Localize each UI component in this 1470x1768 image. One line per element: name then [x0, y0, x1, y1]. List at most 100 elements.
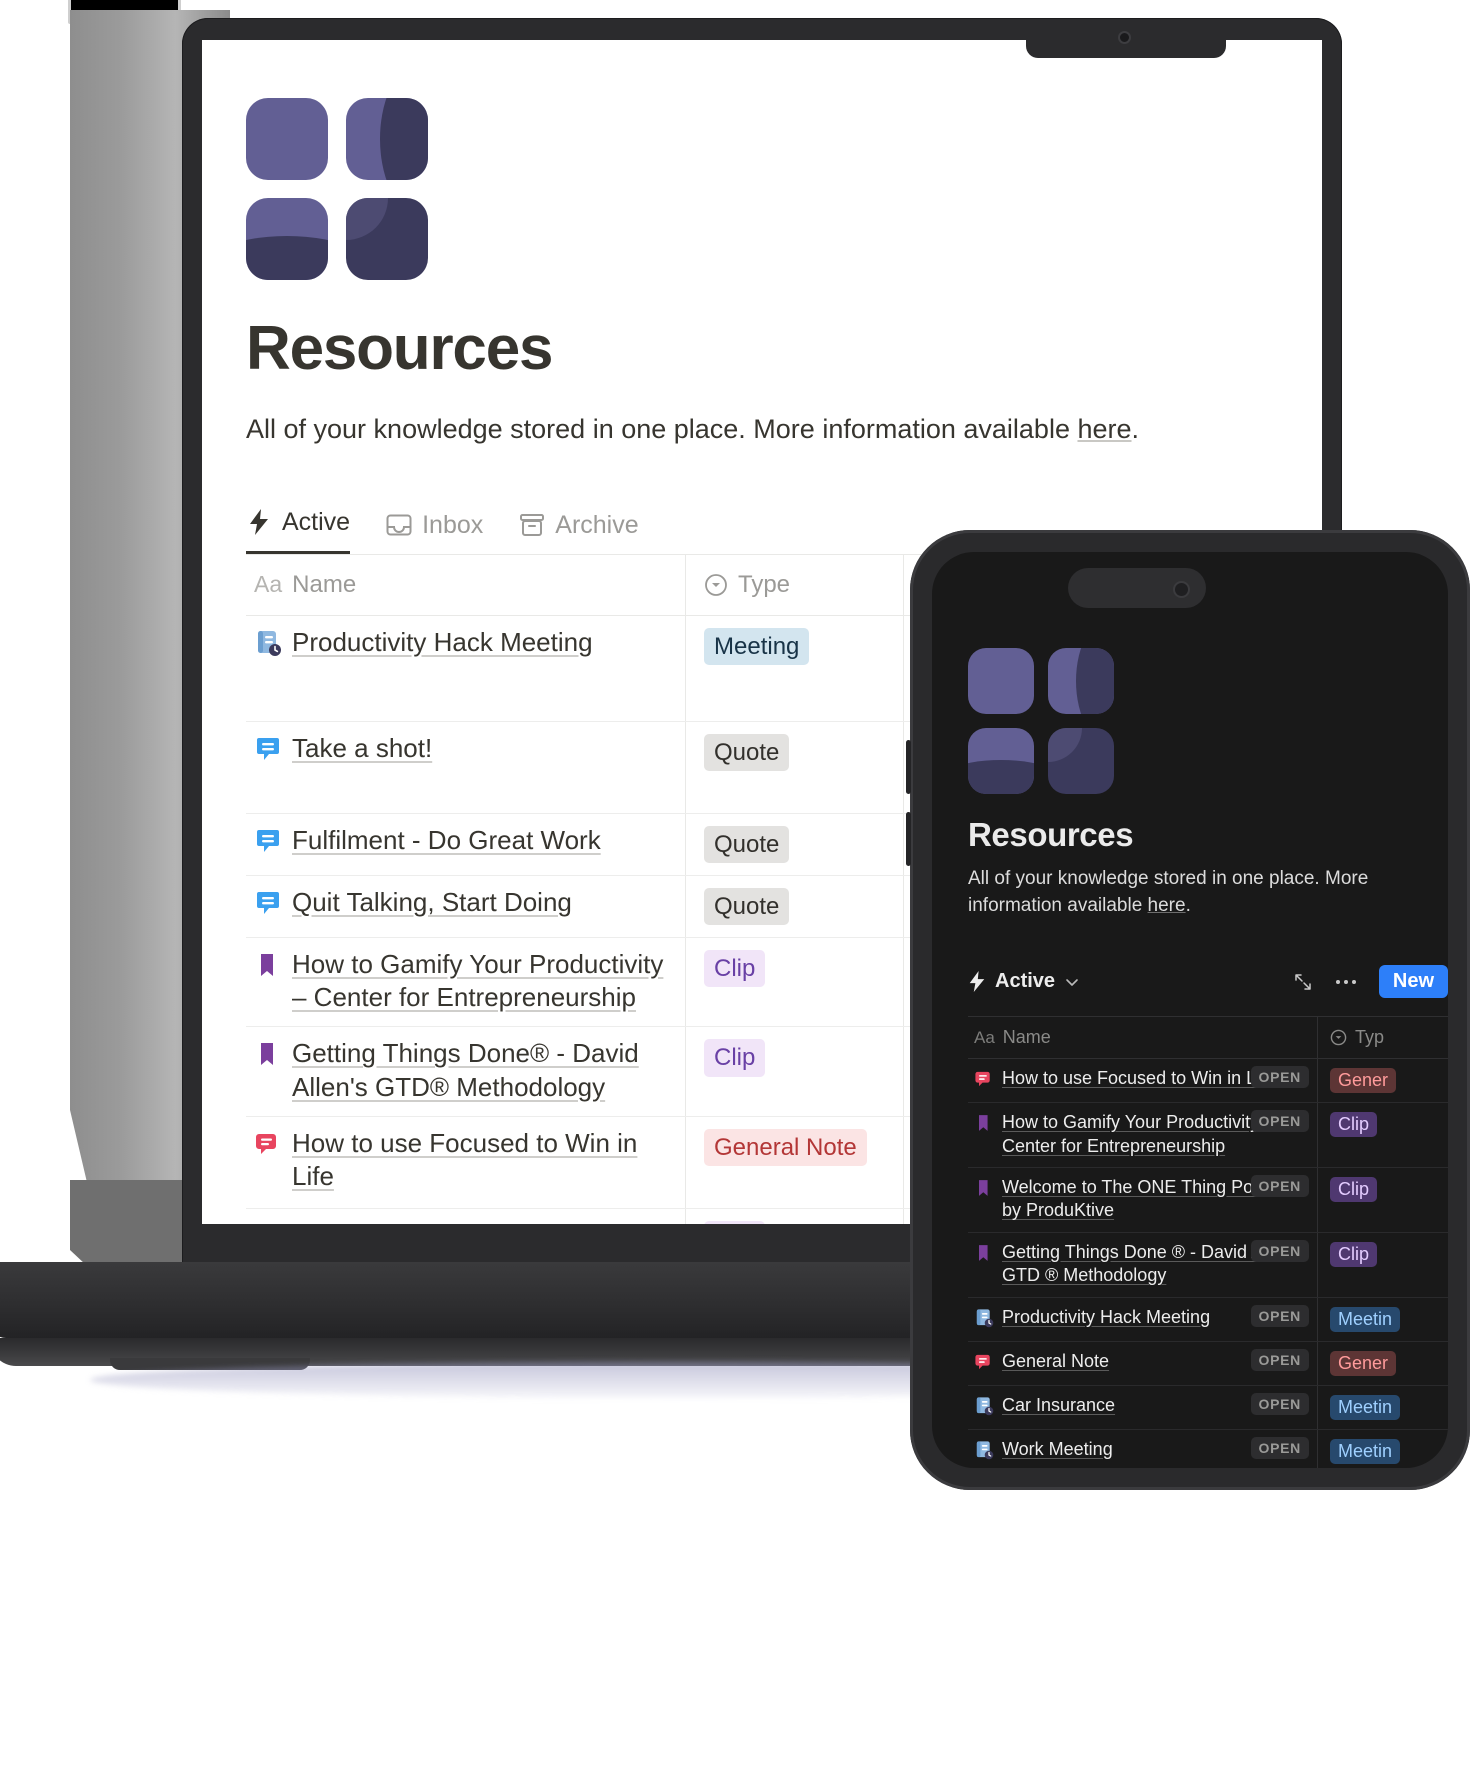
open-button[interactable]: OPEN: [1250, 1304, 1309, 1327]
phone-toolbar-actions: New: [1293, 965, 1448, 999]
phone-column-header-type-label: Typ: [1355, 1027, 1385, 1048]
status-badge: Clip: [704, 949, 766, 988]
row-type-cell[interactable]: Clip: [686, 1208, 904, 1224]
phone-device: Resources All of your knowledge stored i…: [906, 530, 1470, 1490]
phone-row-type-cell[interactable]: Meetin: [1318, 1386, 1448, 1429]
phone-dynamic-island: [1068, 568, 1206, 608]
phone-table-row[interactable]: Car Insurance OPEN Meetin: [968, 1385, 1448, 1430]
open-button[interactable]: OPEN: [1250, 1348, 1309, 1371]
text-aa-icon: Aa: [974, 1027, 995, 1047]
bookmark-icon: [974, 1178, 994, 1198]
meeting-note-icon: [974, 1440, 994, 1460]
open-button[interactable]: OPEN: [1250, 1110, 1309, 1133]
phone-view-label: Active: [995, 970, 1056, 993]
open-button[interactable]: OPEN: [1250, 1066, 1309, 1089]
select-circle-icon: [704, 573, 728, 597]
new-button[interactable]: New: [1378, 965, 1448, 999]
meeting-note-icon: [974, 1396, 994, 1416]
bookmark-icon: [974, 1113, 994, 1133]
phone-row-type-cell[interactable]: Gener: [1318, 1059, 1448, 1102]
phone-row-name-cell[interactable]: Welcome to The ONE Thing Powered by Prod…: [968, 1167, 1318, 1232]
phone-table-row[interactable]: Getting Things Done ® - David Allen's GT…: [968, 1232, 1448, 1298]
open-button[interactable]: OPEN: [1250, 1436, 1309, 1459]
tab-active[interactable]: Active: [246, 507, 351, 554]
phone-table-row[interactable]: How to use Focused to Win in Life OPEN G…: [968, 1059, 1448, 1104]
phone-row-name-cell[interactable]: How to use Focused to Win in Life OPEN: [968, 1059, 1318, 1103]
general-note-icon: [254, 1130, 282, 1158]
row-name-cell[interactable]: Getting Things Done® - David Allen's GTD…: [246, 1027, 686, 1116]
phone-row-name-cell[interactable]: Getting Things Done ® - David Allen's GT…: [968, 1232, 1318, 1297]
phone-row-name-cell[interactable]: Productivity Hack Meeting OPEN: [968, 1297, 1318, 1341]
tab-archive[interactable]: Archive: [519, 511, 639, 554]
open-button[interactable]: OPEN: [1250, 1392, 1309, 1415]
row-type-cell[interactable]: General Note: [686, 1116, 904, 1208]
ellipsis-icon[interactable]: [1335, 978, 1357, 986]
phone-table-row[interactable]: Work Meeting OPEN Meetin: [968, 1429, 1448, 1468]
row-name-cell[interactable]: Productivity Hack Meeting: [246, 615, 686, 721]
phone-table-row[interactable]: Welcome to The ONE Thing Powered by Prod…: [968, 1167, 1448, 1233]
phone-toolbar: Active New: [968, 965, 1448, 999]
open-button[interactable]: OPEN: [1250, 1239, 1309, 1262]
row-name-label: Productivity Hack Meeting: [292, 626, 593, 657]
phone-row-type-cell[interactable]: Meetin: [1318, 1298, 1448, 1341]
tab-active-label: Active: [282, 507, 351, 536]
phone-row-type-cell[interactable]: Clip: [1318, 1168, 1448, 1232]
phone-row-name-cell[interactable]: Car Insurance OPEN: [968, 1385, 1318, 1429]
expand-diagonal-icon[interactable]: [1293, 972, 1313, 992]
phone-table-row[interactable]: Productivity Hack Meeting OPEN Meetin: [968, 1297, 1448, 1342]
status-badge: Meetin: [1330, 1394, 1401, 1420]
phone-row-type-cell[interactable]: Clip: [1318, 1103, 1448, 1167]
chevron-down-icon: [1064, 974, 1080, 990]
status-badge: Meeting: [704, 627, 810, 665]
row-name-cell[interactable]: Welcome to The ONE Thing Powered: [246, 1208, 686, 1224]
column-header-name[interactable]: Aa Name: [246, 554, 686, 615]
phone-row-type-cell[interactable]: Clip: [1318, 1233, 1448, 1297]
phone-page-description-suffix: .: [1185, 894, 1191, 916]
more-info-link[interactable]: here: [1077, 414, 1131, 444]
tab-inbox-label: Inbox: [422, 510, 484, 539]
row-name-label: Quit Talking, Start Doing: [292, 886, 572, 917]
screenshot-stage: Resources All of your knowledge stored i…: [0, 0, 1470, 1768]
phone-resources-table: Aa Name Typ How to use Focused to Win in…: [968, 1016, 1448, 1468]
status-badge: Clip: [1330, 1112, 1378, 1138]
phone-row-type-cell[interactable]: Meetin: [1318, 1430, 1448, 1468]
row-name-cell[interactable]: Fulfilment - Do Great Work: [246, 813, 686, 875]
phone-row-type-cell[interactable]: Gener: [1318, 1342, 1448, 1385]
phone-view-selector[interactable]: Active: [968, 970, 1080, 993]
phone-more-info-link[interactable]: here: [1148, 895, 1186, 916]
phone-table-header-row: Aa Name Typ: [968, 1017, 1448, 1060]
phone-column-header-name[interactable]: Aa Name: [968, 1017, 1318, 1059]
meeting-note-icon: [254, 629, 282, 657]
status-badge: Gener: [1330, 1350, 1397, 1376]
row-type-cell[interactable]: Quote: [686, 813, 904, 875]
tab-inbox[interactable]: Inbox: [386, 511, 483, 554]
row-name-cell[interactable]: Take a shot!: [246, 721, 686, 813]
row-type-cell[interactable]: Quote: [686, 875, 904, 937]
row-name-cell[interactable]: How to Gamify Your Productivity – Center…: [246, 937, 686, 1027]
phone-page-title: Resources: [968, 816, 1134, 853]
page-title: Resources: [246, 314, 553, 383]
phone-table-row[interactable]: General Note OPEN Gener: [968, 1341, 1448, 1386]
bookmark-icon: [254, 1040, 282, 1068]
phone-column-header-type[interactable]: Typ: [1318, 1017, 1448, 1058]
select-circle-icon: [1330, 1029, 1347, 1046]
phone-volume-down-button[interactable]: [906, 812, 911, 866]
row-type-cell[interactable]: Clip: [686, 1027, 904, 1116]
open-button[interactable]: OPEN: [1250, 1174, 1309, 1197]
column-header-type[interactable]: Type: [686, 554, 904, 615]
phone-page-description: All of your knowledge stored in one plac…: [968, 866, 1388, 919]
row-type-cell[interactable]: Meeting: [686, 615, 904, 721]
phone-volume-up-button[interactable]: [906, 740, 911, 794]
page-description-text: All of your knowledge stored in one plac…: [246, 414, 1078, 445]
row-name-cell[interactable]: How to use Focused to Win in Life: [246, 1116, 686, 1208]
laptop-camera-icon: [1118, 31, 1131, 44]
row-type-cell[interactable]: Quote: [686, 721, 904, 813]
archive-icon: [519, 512, 545, 538]
row-name-cell[interactable]: Quit Talking, Start Doing: [246, 875, 686, 937]
phone-table-row[interactable]: How to Gamify Your Productivity – Center…: [968, 1103, 1448, 1168]
phone-row-name-cell[interactable]: General Note OPEN: [968, 1341, 1318, 1385]
status-badge: Meetin: [1330, 1438, 1401, 1464]
phone-row-name-cell[interactable]: Work Meeting OPEN: [968, 1429, 1318, 1468]
phone-row-name-cell[interactable]: How to Gamify Your Productivity – Center…: [968, 1103, 1318, 1167]
row-type-cell[interactable]: Clip: [686, 937, 904, 1027]
